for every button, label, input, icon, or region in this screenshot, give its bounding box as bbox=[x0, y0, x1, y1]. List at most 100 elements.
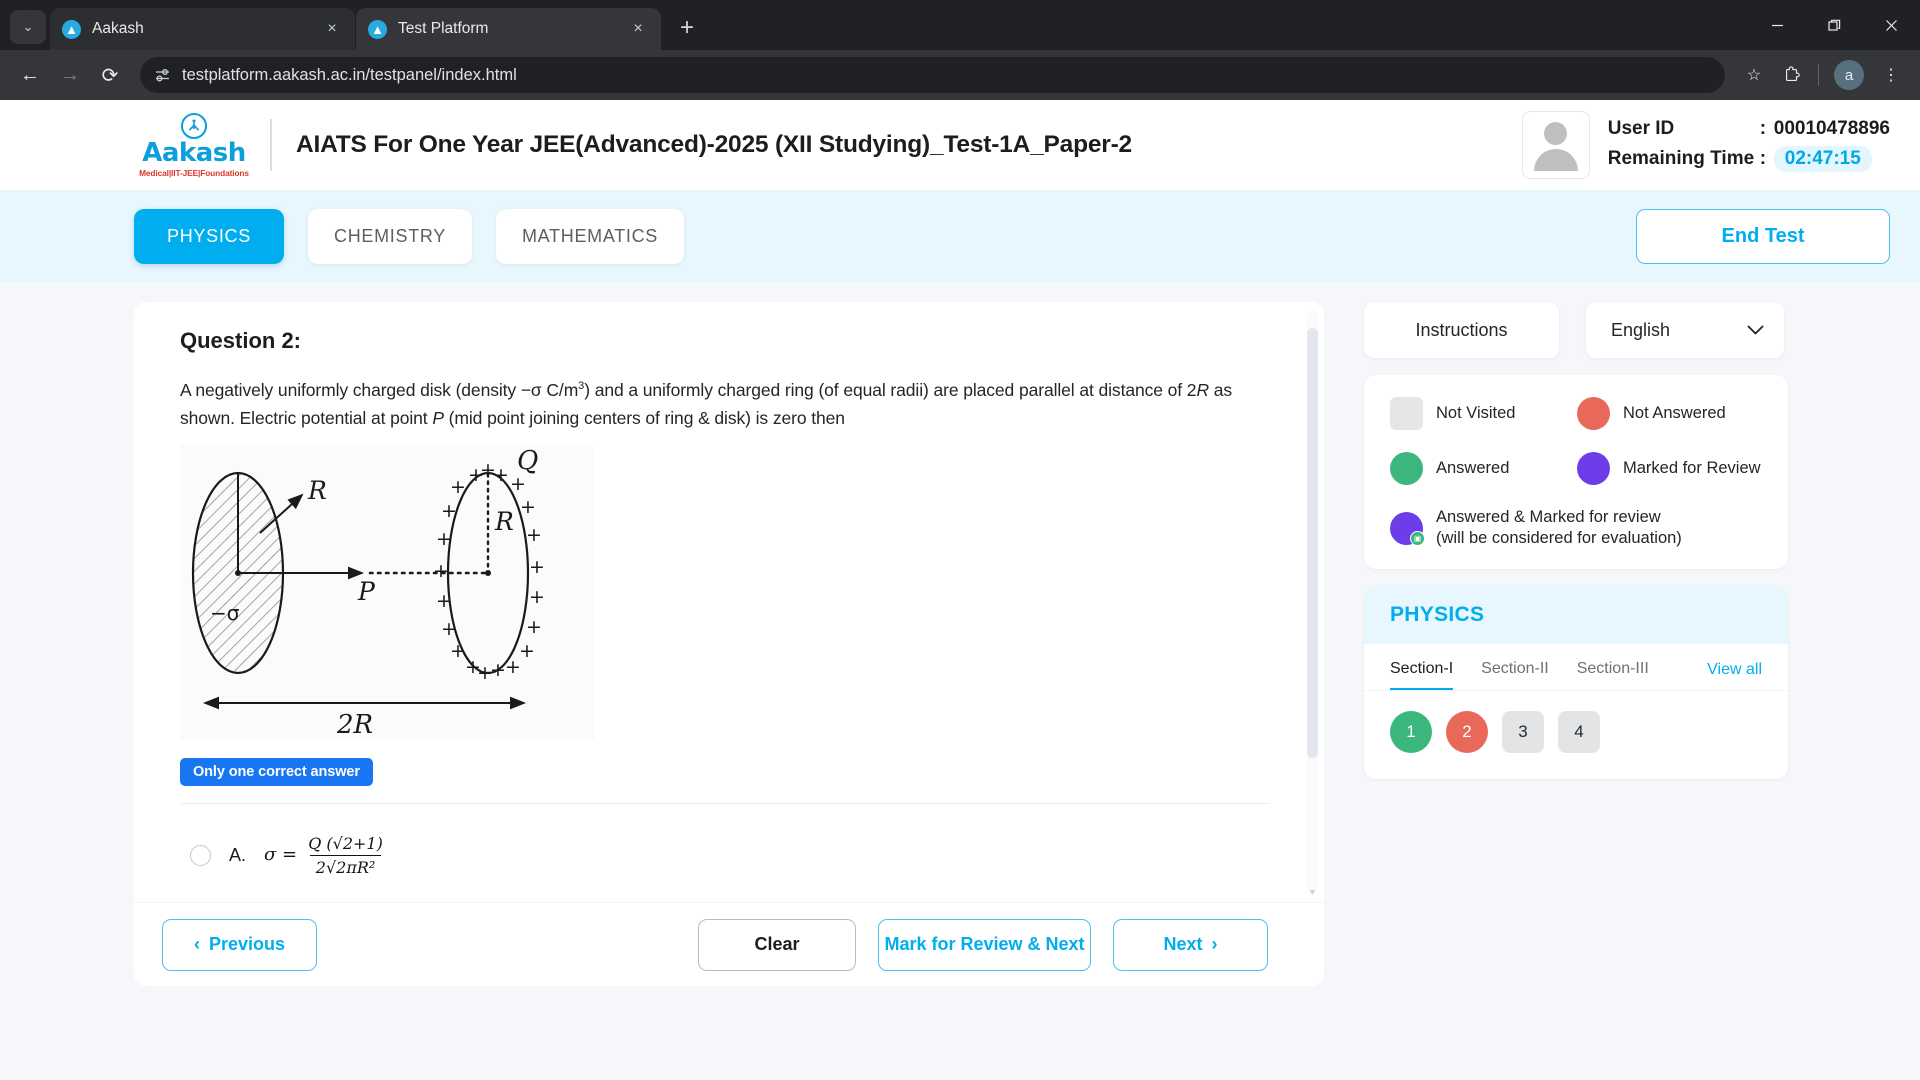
end-test-button[interactable]: End Test bbox=[1636, 208, 1890, 264]
section-tab-1[interactable]: Section-I bbox=[1390, 660, 1454, 691]
clear-button[interactable]: Clear bbox=[698, 918, 856, 971]
svg-text:+: + bbox=[526, 616, 542, 638]
tab-title: Aakash bbox=[92, 20, 144, 37]
svg-text:+: + bbox=[529, 556, 545, 578]
legend-label: Not Answered bbox=[1623, 403, 1726, 422]
question-footer: ‹ Previous Clear Mark for Review & Next … bbox=[134, 902, 1324, 986]
view-all-link[interactable]: View all bbox=[1707, 661, 1762, 689]
site-settings-icon[interactable] bbox=[154, 67, 171, 84]
language-dropdown[interactable]: English bbox=[1586, 302, 1784, 358]
browser-titlebar: ⌄ ▲ Aakash × ▲ Test Platform × + bbox=[0, 0, 1920, 50]
main-content: ▲ ▼ Question 2: A negatively uniformly c… bbox=[0, 282, 1920, 1080]
aakash-logo[interactable]: Aakash Medical|IIT-JEE|Foundations bbox=[139, 112, 296, 178]
legend-item-answered-marked: ▣ Answered & Marked for review (will be … bbox=[1390, 507, 1764, 549]
test-platform-page: Aakash Medical|IIT-JEE|Foundations AIATS… bbox=[0, 100, 1920, 1080]
palette-question-2[interactable]: 2 bbox=[1446, 711, 1488, 754]
formula-denominator: 2√2πR² bbox=[309, 854, 382, 877]
chevron-left-icon: ‹ bbox=[193, 934, 200, 954]
logo-tagline: Medical|IIT-JEE|Foundations bbox=[139, 167, 249, 178]
legend-item-answered: Answered bbox=[1390, 452, 1577, 485]
tab-search-button[interactable]: ⌄ bbox=[10, 10, 46, 44]
tab-mathematics[interactable]: MATHEMATICS bbox=[495, 208, 685, 264]
colon: : bbox=[1759, 148, 1767, 169]
extensions-puzzle-icon[interactable] bbox=[1775, 58, 1809, 92]
app-header: Aakash Medical|IIT-JEE|Foundations AIATS… bbox=[0, 100, 1920, 190]
instructions-button[interactable]: Instructions bbox=[1364, 302, 1559, 358]
next-label: Next bbox=[1163, 934, 1203, 954]
previous-label: Previous bbox=[208, 934, 286, 954]
minimize-button[interactable] bbox=[1749, 0, 1806, 50]
not-answered-swatch bbox=[1577, 397, 1610, 430]
palette-question-4[interactable]: 4 bbox=[1558, 711, 1600, 754]
browser-tab-test-platform[interactable]: ▲ Test Platform × bbox=[356, 8, 661, 50]
palette-subject-heading: PHYSICS bbox=[1364, 586, 1788, 645]
logo-wordmark: Aakash bbox=[142, 137, 246, 168]
back-button[interactable]: ← bbox=[12, 57, 48, 93]
previous-button[interactable]: ‹ Previous bbox=[162, 918, 317, 971]
diagram-label-2r: 2R bbox=[336, 710, 373, 740]
legend-label-wide: Answered & Marked for review (will be co… bbox=[1436, 507, 1682, 549]
close-icon[interactable]: × bbox=[321, 18, 343, 40]
section-tab-2[interactable]: Section-II bbox=[1481, 660, 1549, 690]
palette-question-1[interactable]: 1 bbox=[1390, 711, 1432, 754]
question-number-heading: Question 2: bbox=[180, 328, 302, 353]
restore-icon bbox=[1828, 19, 1841, 31]
charged-disk-ring-figure: R −σ P R Q +++ + + + + + + + + + + + + +… bbox=[191, 446, 545, 740]
svg-text:+: + bbox=[529, 586, 545, 608]
tab-physics[interactable]: PHYSICS bbox=[134, 208, 284, 264]
chevron-down-icon: ⌄ bbox=[22, 19, 34, 34]
question-text-part1: A negatively uniformly charged disk (den… bbox=[180, 380, 579, 400]
svg-text:+: + bbox=[450, 476, 466, 498]
legend-label-line1: Answered & Marked for review bbox=[1436, 508, 1661, 526]
formula-lhs: σ = bbox=[264, 843, 298, 865]
palette-question-grid: 1 2 3 4 bbox=[1364, 691, 1788, 779]
diagram-label-disk-radius: R bbox=[307, 476, 327, 505]
question-scrollbar-thumb[interactable] bbox=[1307, 328, 1318, 758]
svg-text:+: + bbox=[441, 500, 457, 522]
user-info-panel: User ID : 00010478896 Remaining Time : 0… bbox=[1521, 111, 1890, 179]
aakash-favicon: ▲ bbox=[62, 19, 81, 39]
italic-P: P bbox=[432, 408, 444, 429]
formula-numerator: Q (√2+1) bbox=[308, 833, 383, 853]
maximize-button[interactable] bbox=[1806, 0, 1863, 50]
tab-title: Test Platform bbox=[398, 20, 489, 37]
question-card: ▲ ▼ Question 2: A negatively uniformly c… bbox=[134, 302, 1324, 902]
section-tab-3[interactable]: Section-III bbox=[1577, 660, 1649, 690]
question-palette: PHYSICS Section-I Section-II Section-III… bbox=[1364, 586, 1788, 780]
aakash-favicon: ▲ bbox=[368, 19, 387, 39]
language-value: English bbox=[1611, 319, 1671, 340]
close-icon[interactable]: × bbox=[627, 18, 649, 40]
answered-swatch bbox=[1390, 452, 1423, 485]
legend-item-marked-for-review: Marked for Review bbox=[1577, 452, 1764, 485]
status-legend: Not Visited Not Answered Answered Marked… bbox=[1364, 375, 1788, 570]
new-tab-button[interactable]: + bbox=[670, 11, 704, 45]
tab-chemistry[interactable]: CHEMISTRY bbox=[308, 208, 472, 264]
italic-R: R bbox=[1196, 380, 1209, 400]
option-radio-a[interactable] bbox=[190, 844, 211, 866]
page-title: AIATS For One Year JEE(Advanced)-2025 (X… bbox=[296, 131, 1132, 158]
scroll-down-arrow[interactable]: ▼ bbox=[1307, 886, 1318, 898]
profile-avatar[interactable]: a bbox=[1834, 60, 1864, 90]
mark-for-review-next-button[interactable]: Mark for Review & Next bbox=[878, 918, 1091, 971]
marked-review-swatch bbox=[1577, 452, 1610, 485]
svg-text:+: + bbox=[450, 640, 466, 662]
legend-label: Not Visited bbox=[1436, 403, 1516, 422]
user-id-row: User ID : 00010478896 bbox=[1608, 118, 1890, 140]
legend-item-not-answered: Not Answered bbox=[1577, 397, 1764, 430]
forward-button[interactable]: → bbox=[52, 57, 88, 93]
bookmark-star-icon[interactable]: ☆ bbox=[1737, 58, 1771, 92]
user-meta: User ID : 00010478896 Remaining Time : 0… bbox=[1608, 118, 1890, 172]
palette-question-3[interactable]: 3 bbox=[1502, 711, 1544, 754]
browser-tab-aakash[interactable]: ▲ Aakash × bbox=[50, 8, 355, 50]
question-text-part4: (mid point joining centers of ring & dis… bbox=[443, 408, 845, 429]
next-button[interactable]: Next › bbox=[1113, 918, 1268, 971]
reload-button[interactable]: ⟳ bbox=[92, 57, 128, 93]
diagram-label-point-p: P bbox=[357, 577, 376, 606]
browser-toolbar: ← → ⟳ testplatform.aakash.ac.in/testpane… bbox=[0, 50, 1920, 100]
diagram-label-sigma: −σ bbox=[210, 601, 240, 625]
address-bar[interactable]: testplatform.aakash.ac.in/testpanel/inde… bbox=[140, 57, 1725, 93]
svg-text:+: + bbox=[436, 590, 452, 612]
close-window-button[interactable] bbox=[1863, 0, 1920, 50]
option-row-a[interactable]: A. σ = Q (√2+1) 2√2πR² bbox=[180, 804, 1284, 877]
browser-menu-icon[interactable]: ⋮ bbox=[1874, 58, 1908, 92]
